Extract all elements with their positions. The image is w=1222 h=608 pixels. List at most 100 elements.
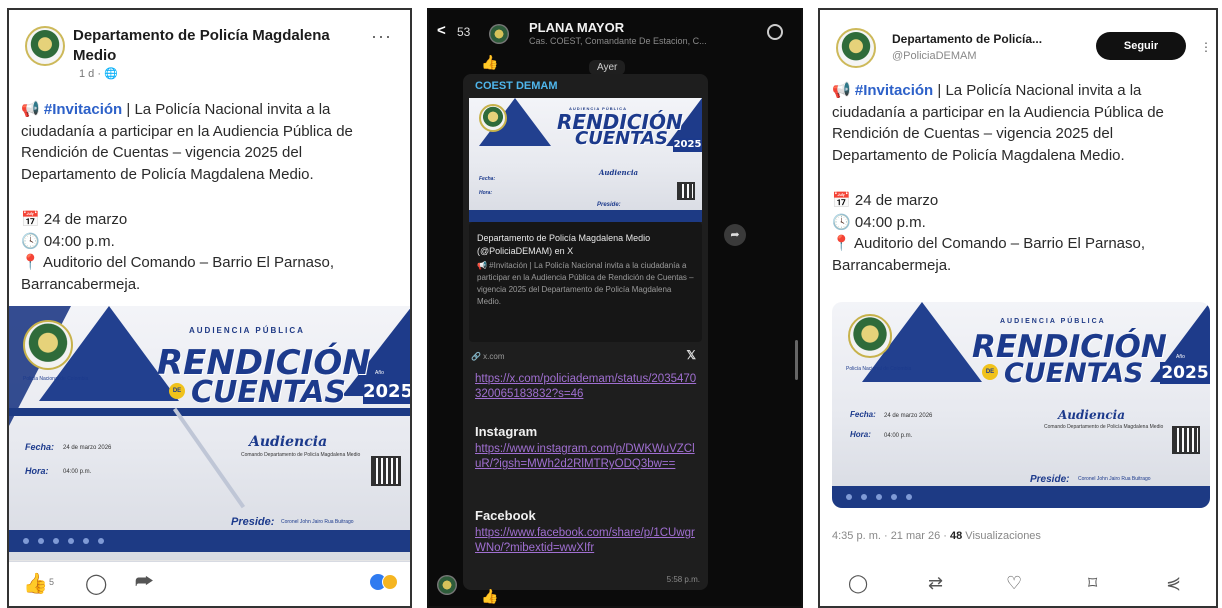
preside-label: Preside: xyxy=(231,516,275,528)
year-label: Año xyxy=(1176,354,1185,360)
preview-site: 🔗 x.com xyxy=(471,352,505,361)
comment-icon[interactable]: ◯ xyxy=(85,571,107,596)
poster-title-de: DE xyxy=(982,364,998,380)
fecha-label: Fecha: xyxy=(479,176,496,182)
like-icon[interactable]: 👍 xyxy=(23,571,48,596)
preside-label: Preside: xyxy=(597,202,621,208)
page-name[interactable]: Departamento de Policía Magdalena Medio xyxy=(73,26,363,66)
police-label: Policía Nacional de Colombia xyxy=(23,376,89,382)
event-date: 24 de marzo xyxy=(854,192,939,209)
x-logo-icon: 𝕏 xyxy=(686,348,696,362)
hashtag-link[interactable]: #Invitación xyxy=(855,82,933,99)
event-date: 24 de marzo xyxy=(43,211,128,228)
instagram-label: Instagram xyxy=(475,424,538,439)
back-arrow-icon[interactable]: < xyxy=(437,22,446,39)
unread-count: 53 xyxy=(457,25,471,39)
group-title[interactable]: PLANA MAYOR xyxy=(529,20,624,35)
action-bar: ◯ ⇄ ♡ ⌑ ⋞ xyxy=(820,565,1216,605)
repost-icon[interactable]: ⇄ xyxy=(928,573,943,594)
message-bubble[interactable]: COEST DEMAM AUDIENCIA PÚBLICA RENDICIÓN … xyxy=(463,74,708,590)
poster-dots xyxy=(846,494,912,500)
thumbs-up-reaction-icon: 👍 xyxy=(481,54,499,70)
post-timestamp[interactable]: 4:35 p. m. · 21 mar 26 · xyxy=(832,530,950,542)
poster-kicker: AUDIENCIA PÚBLICA xyxy=(1000,318,1106,325)
preview-description: 📢 #Invitación | La Policía Nacional invi… xyxy=(477,261,694,306)
sender-avatar[interactable] xyxy=(437,575,457,595)
calendar-icon: 📅 xyxy=(21,211,40,228)
link-preview-image[interactable]: AUDIENCIA PÚBLICA RENDICIÓN CUENTAS 2025… xyxy=(469,98,702,222)
bookmark-icon[interactable]: ⌑ xyxy=(1088,573,1097,594)
hora-value: 04:00 p.m. xyxy=(884,433,913,439)
page-avatar[interactable] xyxy=(25,26,65,66)
hashtag-link[interactable]: #Invitación xyxy=(44,101,122,118)
poster-bottom-band xyxy=(469,210,702,222)
scrollbar[interactable] xyxy=(795,340,798,380)
whatsapp-chat-panel: < 53 PLANA MAYOR Cas. COEST, Comandante … xyxy=(427,8,803,608)
instagram-link[interactable]: https://www.instagram.com/p/DWKWuVZCluR/… xyxy=(475,442,700,472)
views-count: 48 xyxy=(950,530,963,542)
share-icon[interactable]: ⮫ xyxy=(135,571,154,594)
event-details: 📅 24 de marzo 🕓 04:00 p.m. 📍 Auditorio d… xyxy=(832,190,1210,276)
event-place: Auditorio del Comando – Barrio El Parnas… xyxy=(832,235,1146,274)
pin-icon: 📍 xyxy=(21,254,40,271)
poster-title-de: DE xyxy=(169,383,185,399)
share-icon[interactable]: ⋞ xyxy=(1166,573,1181,594)
police-shield-logo xyxy=(848,314,892,358)
group-avatar[interactable] xyxy=(489,24,509,44)
more-options-button[interactable]: ⋮ xyxy=(1200,40,1212,54)
poster-year: 2025 xyxy=(1160,362,1210,384)
fecha-value: 24 de marzo 2026 xyxy=(884,413,933,419)
day-separator: Ayer xyxy=(589,60,626,75)
hora-label: Hora: xyxy=(25,466,49,476)
audiencia-title: Audiencia xyxy=(599,168,639,177)
forward-icon[interactable]: ➦ xyxy=(724,224,746,246)
fecha-value: 24 de marzo 2026 xyxy=(63,445,112,451)
poster-kicker: AUDIENCIA PÚBLICA xyxy=(189,326,305,335)
qr-code xyxy=(677,182,695,200)
audiencia-title: Audiencia xyxy=(1058,408,1125,422)
link-preview-card[interactable]: Departamento de Policía Magdalena Medio … xyxy=(469,222,702,342)
reply-icon[interactable]: ◯ xyxy=(848,573,868,594)
police-label: Policía Nacional de Colombia xyxy=(846,366,912,372)
police-shield-logo xyxy=(23,320,73,370)
event-poster-image[interactable]: Policía Nacional de Colombia AUDIENCIA P… xyxy=(9,306,410,562)
like-heart-icon[interactable]: ♡ xyxy=(1006,573,1022,594)
police-shield-logo xyxy=(479,104,507,132)
poster-title-line2: CUENTAS xyxy=(191,375,346,410)
views-label: Visualizaciones xyxy=(962,530,1041,542)
megaphone-icon: 📢 xyxy=(21,101,40,118)
post-text: 📢 #Invitación | La Policía Nacional invi… xyxy=(21,99,401,185)
like-count: 5 xyxy=(49,577,55,587)
calendar-icon: 📅 xyxy=(832,192,851,209)
account-name[interactable]: Departamento de Policía... xyxy=(892,32,1042,46)
hora-label: Hora: xyxy=(479,190,493,196)
audiencia-subtitle: Comando Departamento de Policía Magdalen… xyxy=(1044,424,1164,430)
more-options-button[interactable]: ··· xyxy=(371,26,392,47)
chat-header: < 53 PLANA MAYOR Cas. COEST, Comandante … xyxy=(429,10,801,54)
post-stats: 4:35 p. m. · 21 mar 26 · 48 Visualizacio… xyxy=(832,530,1041,542)
event-poster-image[interactable]: Policía Nacional de Colombia AUDIENCIA P… xyxy=(832,302,1210,508)
follow-button[interactable]: Seguir xyxy=(1096,32,1186,60)
fecha-label: Fecha: xyxy=(850,410,876,419)
qr-code xyxy=(371,456,401,486)
year-label: Año xyxy=(375,370,384,376)
camera-icon[interactable] xyxy=(767,24,783,40)
facebook-link[interactable]: https://www.facebook.com/share/p/1CUwgrW… xyxy=(475,526,700,556)
group-members: Cas. COEST, Comandante De Estacion, C... xyxy=(529,36,707,46)
account-handle[interactable]: @PoliciaDEMAM xyxy=(892,50,977,62)
message-time: 5:58 p.m. xyxy=(666,575,700,584)
account-avatar[interactable] xyxy=(836,28,876,68)
preview-title: Departamento de Policía Magdalena Medio … xyxy=(477,233,651,256)
x-status-link[interactable]: https://x.com/policiademam/status/203547… xyxy=(475,372,700,402)
poster-dots xyxy=(23,538,104,544)
fecha-label: Fecha: xyxy=(25,442,55,452)
care-reaction-icon xyxy=(382,574,398,590)
post-text: 📢 #Invitación | La Policía Nacional invi… xyxy=(832,80,1210,166)
globe-icon: 🌐 xyxy=(104,68,118,80)
clock-icon: 🕓 xyxy=(832,213,851,231)
post-time: 1 d · 🌐 xyxy=(79,67,118,80)
event-hour: 04:00 p.m. xyxy=(43,232,115,250)
poster-stripe xyxy=(172,407,246,509)
preside-label: Preside: xyxy=(1030,474,1070,485)
poster-title-line2: CUENTAS xyxy=(1004,358,1144,389)
